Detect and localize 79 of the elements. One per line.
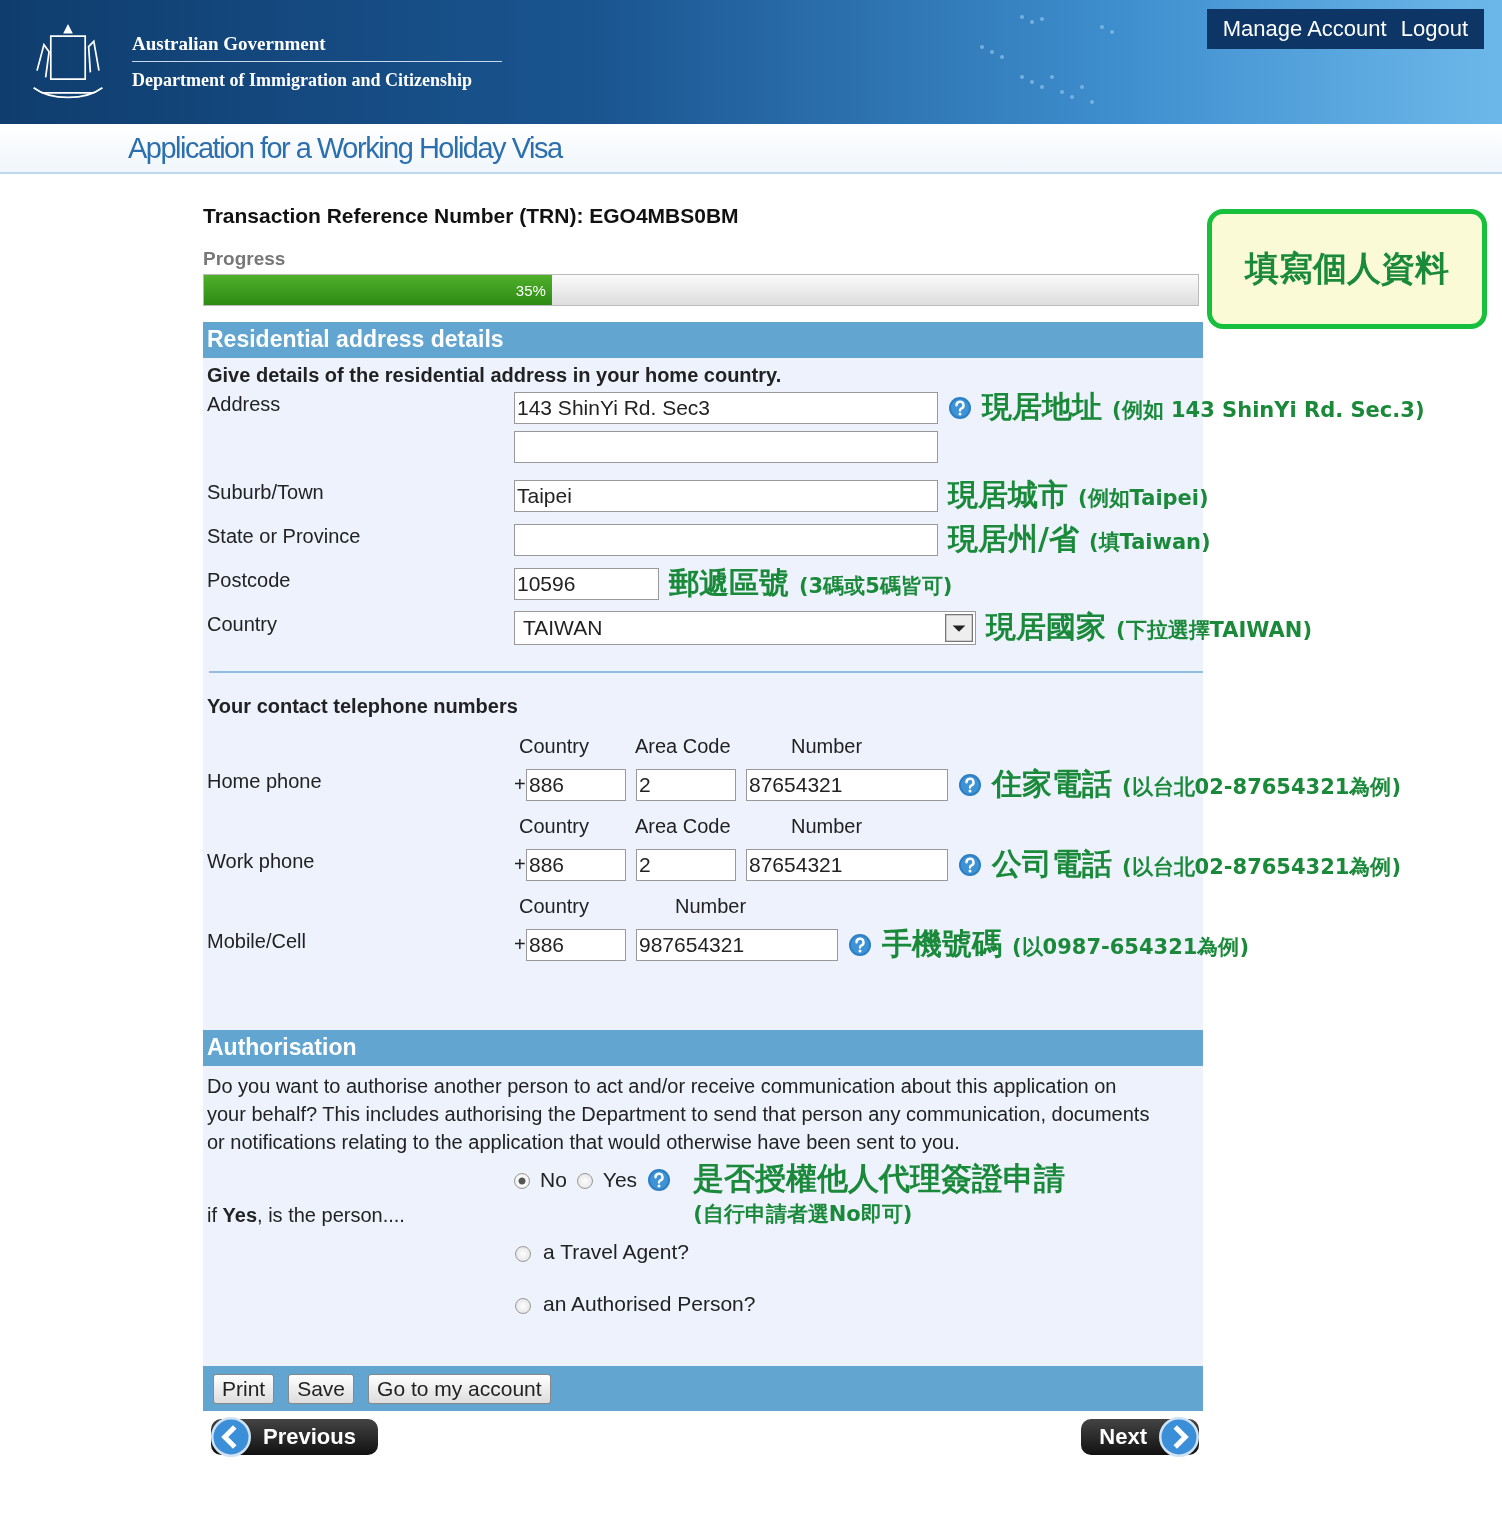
footer-button[interactable]: Print: [213, 1373, 275, 1404]
field-label: Country: [206, 612, 279, 636]
phone-field[interactable]: 87654321: [746, 848, 948, 881]
annotation-text: (以台北02-87654321為例): [1122, 854, 1402, 881]
annotation-text: 郵遞區號: [669, 564, 789, 602]
column-header: Country: [519, 894, 591, 918]
annotation-text: (下拉選擇TAIWAN): [1116, 617, 1312, 644]
section-subheading: Your contact telephone numbers: [206, 695, 519, 719]
text-field[interactable]: [514, 523, 938, 556]
field-label: Postcode: [206, 568, 292, 592]
text-field[interactable]: 10596: [514, 567, 659, 600]
phone-field[interactable]: 886: [526, 848, 626, 881]
annotation-text: 現居地址: [982, 388, 1102, 426]
followup-label: if Yes, is the person....: [207, 1204, 405, 1227]
footer-button[interactable]: Save: [288, 1373, 355, 1404]
field-label: Work phone: [206, 849, 316, 873]
radio-button[interactable]: [515, 1246, 531, 1262]
plus-sign: +: [514, 773, 526, 796]
column-header: Area Code: [635, 734, 732, 758]
annotation-text: (3碼或5碼皆可): [799, 573, 953, 600]
footer-button[interactable]: Go to my account: [368, 1373, 551, 1404]
plus-sign: +: [514, 933, 526, 956]
phone-field[interactable]: 987654321: [636, 928, 838, 961]
radio-label: a Travel Agent?: [543, 1240, 689, 1264]
column-header: Country: [519, 734, 591, 758]
column-header: Number: [674, 894, 748, 918]
column-header: Number: [790, 734, 864, 758]
phone-field[interactable]: 886: [526, 768, 626, 801]
progress-label: Progress: [203, 248, 287, 270]
trn-text: Transaction Reference Number (TRN): EGO4MBS0BM: [203, 204, 740, 228]
plus-sign: +: [514, 853, 526, 876]
radio-button[interactable]: [515, 1298, 531, 1314]
annotation-text: (例如 143 ShinYi Rd. Sec.3): [1112, 397, 1425, 424]
field-label: Suburb/Town: [206, 480, 325, 504]
agency-name: Australian Government: [132, 33, 502, 62]
radio-label: an Authorised Person?: [543, 1292, 756, 1316]
section-intro: Give details of the residential address in your home country.: [206, 363, 783, 387]
page-title: Application for a Working Holiday Visa: [128, 131, 562, 165]
annotation-text: (以台北02-87654321為例): [1122, 774, 1402, 801]
column-header: Country: [519, 814, 591, 838]
annotation-text: 公司電話: [992, 845, 1112, 883]
account-link[interactable]: Logout: [1400, 16, 1468, 42]
radio-button[interactable]: [514, 1173, 530, 1189]
department-name: Department of Immigration and Citizenship: [132, 69, 473, 91]
section-header: Residential address details: [203, 322, 1203, 358]
column-header: Area Code: [635, 814, 732, 838]
text-field[interactable]: 143 ShinYi Rd. Sec3: [514, 391, 938, 424]
next-button[interactable]: Next: [1081, 1419, 1199, 1455]
account-link[interactable]: Manage Account: [1222, 16, 1387, 42]
annotation-text: 現居州/省: [948, 520, 1079, 558]
annotation-text: (自行申請者選No即可): [693, 1201, 914, 1228]
callout-box: 填寫個人資料: [1207, 209, 1487, 329]
field-label: Mobile/Cell: [206, 929, 307, 953]
progress-reading: 35%: [515, 281, 547, 299]
field-label: State or Province: [206, 524, 362, 548]
text-field[interactable]: Taipei: [514, 479, 938, 512]
phone-field[interactable]: 87654321: [746, 768, 948, 801]
radio-label: No: [540, 1168, 567, 1192]
radio-button[interactable]: [576, 1173, 593, 1189]
phone-field[interactable]: 2: [636, 768, 736, 801]
annotation-text: 是否授權他人代理簽證申請: [693, 1159, 1066, 1198]
radio-label: Yes: [602, 1168, 638, 1192]
annotation-text: 住家電話: [992, 765, 1112, 803]
field-label: Address: [206, 392, 282, 416]
annotation-text: (以0987-654321為例): [1012, 934, 1250, 961]
phone-field[interactable]: 2: [636, 848, 736, 881]
annotation-text: (例如Taipei): [1078, 485, 1209, 512]
previous-button[interactable]: Previous: [211, 1419, 378, 1455]
section-header: Authorisation: [203, 1030, 1203, 1066]
phone-field[interactable]: 886: [526, 928, 626, 961]
annotation-text: 手機號碼: [882, 925, 1002, 963]
authorisation-question: Do you want to authorise another person to act and/or receive communication about this application on your behalf? This includes authorising the Department to send that person any communication, documents or notifications relating to the application that would otherwise have been sent to you.: [207, 1074, 1151, 1155]
column-header: Number: [790, 814, 864, 838]
annotation-text: 現居國家: [986, 608, 1106, 646]
annotation-text: 現居城市: [948, 476, 1068, 514]
country-dropdown[interactable]: TAIWAN: [514, 610, 976, 645]
text-field[interactable]: [514, 431, 938, 463]
field-label: Home phone: [206, 769, 323, 793]
annotation-text: (填Taiwan): [1088, 529, 1211, 556]
